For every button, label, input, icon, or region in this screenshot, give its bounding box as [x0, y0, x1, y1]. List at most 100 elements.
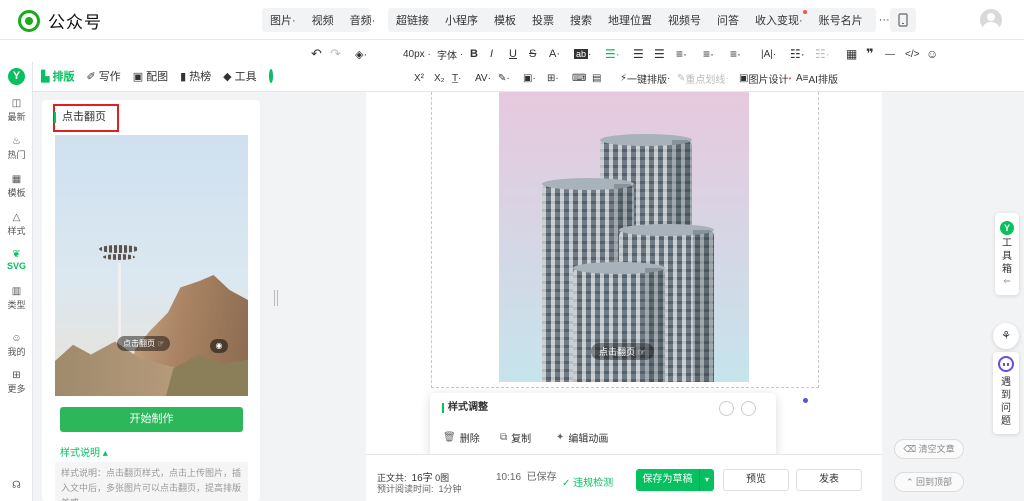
text-height-icon[interactable]: T̲· — [452, 70, 461, 86]
font-size-select[interactable]: 40px · — [403, 46, 431, 62]
menu-hyperlink[interactable]: 超链接 — [388, 12, 437, 28]
apps-float-icon[interactable]: ⚘ — [993, 323, 1019, 349]
menu-qa[interactable]: 问答 — [709, 12, 747, 28]
one-click-layout-button[interactable]: ⚡ 一键排版 · — [620, 70, 670, 86]
eye-icon[interactable]: ◉ — [210, 339, 228, 353]
bold-icon[interactable]: B — [470, 46, 478, 62]
tab-images[interactable]: ▣ 配图 — [133, 68, 168, 84]
menu-image[interactable]: 图片· — [262, 12, 304, 28]
emoji-icon[interactable]: ☺ — [926, 46, 938, 62]
nav-template[interactable]: ▦ 模板 — [0, 174, 33, 199]
robot-icon — [998, 356, 1014, 372]
publish-button[interactable]: 发表 — [796, 469, 862, 491]
user-avatar[interactable] — [980, 9, 1002, 31]
insert-image-icon[interactable]: ▣· — [523, 70, 536, 86]
indent-icon[interactable]: ≡· — [676, 46, 687, 62]
style-desc-toggle[interactable]: 样式说明 ▴ — [60, 444, 108, 459]
nav-hot[interactable]: ♨ 热门 — [0, 136, 33, 161]
start-making-button[interactable]: 开始制作 — [60, 407, 243, 432]
tab-tools[interactable]: ◆ 工具 — [223, 68, 256, 84]
menu-video[interactable]: 视频 — [304, 12, 342, 28]
clear-article-button[interactable]: ⌫ 清空文章 — [894, 439, 964, 459]
menu-search[interactable]: 搜索 — [562, 12, 600, 28]
paragraph-spacing-icon[interactable]: ≡· — [730, 46, 741, 62]
copy-button[interactable]: ⧉ 复制 — [500, 430, 531, 445]
strikethrough-icon[interactable]: S — [529, 46, 536, 62]
ordered-list-icon[interactable]: ☷· — [815, 46, 830, 62]
superscript-icon[interactable]: X² — [414, 70, 424, 86]
italic-icon[interactable]: I — [490, 46, 493, 62]
panel-resize-handle[interactable] — [274, 290, 278, 306]
menu-audio[interactable]: 音频· — [342, 12, 384, 28]
save-dropdown-button[interactable]: ▾ — [699, 469, 714, 491]
table-icon[interactable]: ▦ — [846, 46, 857, 62]
preview-button[interactable]: 预览 — [723, 469, 789, 491]
font-family-select[interactable]: 字体 · — [437, 46, 463, 62]
save-draft-button[interactable]: 保存为草稿 — [636, 469, 699, 491]
headset-icon[interactable]: ☊ — [0, 480, 33, 492]
photo-flip-badge[interactable]: 点击翻页 ☞ — [591, 343, 654, 360]
style-adjust-popup: 样式调整 🗑 删除 ⧉ 复制 ✦ 编辑动画 — [430, 393, 776, 457]
style-preview-image[interactable] — [55, 135, 248, 396]
code-icon[interactable]: </> — [905, 46, 919, 62]
list-icon[interactable]: ☷· — [790, 46, 805, 62]
menu-monetize[interactable]: 收入变现· — [747, 10, 811, 28]
tab-trending[interactable]: ▮ 热榜 — [180, 68, 211, 84]
underline-icon[interactable]: U — [509, 46, 517, 62]
editor-photo[interactable] — [499, 92, 749, 382]
menu-location[interactable]: 地理位置 — [600, 12, 660, 28]
help-label: 遇到问题 — [1001, 377, 1011, 427]
html-icon[interactable]: ⌨ — [572, 70, 586, 86]
toolbox-panel[interactable]: Y 工具箱 ⇐ — [995, 213, 1019, 295]
ai-layout-button[interactable]: A≡ AI排版 — [796, 70, 838, 86]
popup-option-circle[interactable] — [741, 401, 756, 416]
font-color-icon[interactable]: A· — [549, 46, 560, 62]
menu-account-card[interactable]: 账号名片 — [811, 12, 871, 28]
delete-button[interactable]: 🗑 删除 — [443, 430, 480, 445]
brush-icon[interactable]: ✎· — [498, 70, 510, 86]
style-panel: 点击翻页 点击翻页 ☞ ◉ 开始制作 样式说明 ▴ 样式说明：点击翻页样式，点击… — [42, 100, 260, 501]
line-height-icon[interactable]: ≡· — [703, 46, 714, 62]
align-right-icon[interactable]: ☰ — [654, 46, 665, 62]
align-center-icon[interactable]: ☰ — [633, 46, 644, 62]
quote-icon[interactable]: ❞ — [866, 46, 874, 62]
image-design-button[interactable]: ▣ 图片设计 • — [739, 70, 791, 86]
pen-icon: ✐ — [86, 70, 96, 83]
nav-svg[interactable]: ❦ SVG — [0, 249, 33, 271]
toolbox-icon[interactable]: ▤ — [592, 70, 601, 86]
popup-option-circle[interactable] — [719, 401, 734, 416]
phone-icon — [898, 13, 908, 27]
anchor-dot[interactable] — [803, 398, 808, 403]
redo-icon[interactable]: ↷ — [330, 46, 341, 62]
text-width-icon[interactable]: AV· — [475, 70, 491, 86]
nav-mine[interactable]: ☺ 我的 — [0, 333, 33, 358]
mobile-preview-button[interactable] — [890, 8, 916, 32]
insert-table-icon[interactable]: ⊞· — [547, 70, 559, 86]
divider-icon[interactable]: — — [885, 46, 895, 62]
subscript-icon[interactable]: X₂ — [434, 70, 445, 86]
align-left-icon[interactable]: ☰· — [605, 46, 620, 62]
menu-template[interactable]: 模板 — [486, 12, 524, 28]
undo-icon[interactable]: ↶ — [311, 46, 322, 62]
back-to-top-button[interactable]: ⌃ 回到顶部 — [894, 472, 964, 492]
nav-latest[interactable]: ◫ 最新 — [0, 98, 33, 123]
violation-check-link[interactable]: ✓ 违规检测 — [562, 474, 613, 489]
nav-style[interactable]: △ 样式 — [0, 212, 33, 237]
edit-animation-button[interactable]: ✦ 编辑动画 — [556, 430, 608, 445]
menu-channels[interactable]: 视频号 — [660, 12, 709, 28]
menu-mini-program[interactable]: 小程序 — [437, 12, 486, 28]
plugin-logo-icon[interactable]: Y — [8, 68, 25, 85]
format-painter-icon[interactable]: ◈· — [355, 46, 367, 62]
menu-vote[interactable]: 投票 — [524, 12, 562, 28]
nav-more[interactable]: ⊞ 更多 — [0, 370, 33, 395]
tab-layout[interactable]: ▙ 排版 — [41, 68, 74, 84]
tab-writing[interactable]: ✐ 写作 — [86, 68, 120, 84]
nav-type[interactable]: ▥ 类型 — [0, 286, 33, 311]
popup-title: 样式调整 — [442, 403, 488, 413]
emphasis-line-button[interactable]: ✎ 重点划线 · — [677, 70, 729, 86]
help-panel[interactable]: 遇到问题 — [993, 352, 1019, 434]
toggle-switch[interactable] — [268, 69, 273, 83]
app-logo[interactable]: 公众号 — [18, 8, 102, 33]
background-color-icon[interactable]: ab · — [574, 46, 591, 62]
letter-spacing-icon[interactable]: |A|· — [761, 46, 776, 62]
